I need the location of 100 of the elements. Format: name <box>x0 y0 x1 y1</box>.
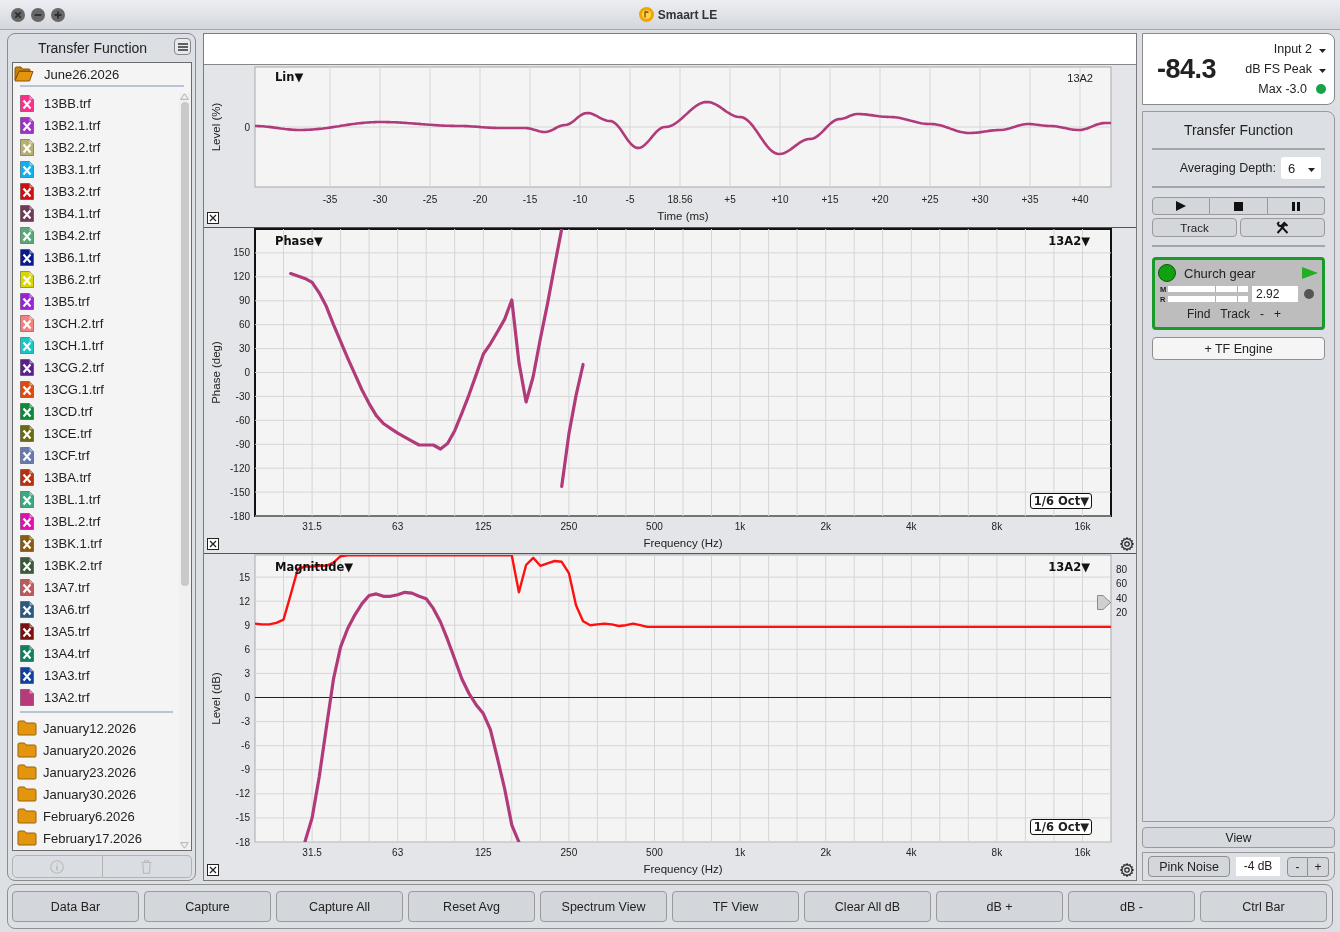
file-item[interactable]: 13A3.trf <box>13 664 191 686</box>
folder-item[interactable]: June26.2026 <box>13 63 191 85</box>
file-item[interactable]: 13CG.2.trf <box>13 356 191 378</box>
scrollbar[interactable] <box>179 93 190 849</box>
file-item[interactable]: 13BK.2.trf <box>13 554 191 576</box>
menu-icon <box>177 42 188 51</box>
axis-tick-label: 18.56 <box>667 193 693 205</box>
file-item[interactable]: 13B4.1.trf <box>13 202 191 224</box>
toolbar-button[interactable]: Reset Avg <box>408 891 535 922</box>
value-field[interactable]: 2.92 <box>1252 286 1298 302</box>
gain-field[interactable]: -4 dB <box>1236 857 1280 876</box>
track-button[interactable]: Track <box>1152 218 1237 237</box>
toolbar-button[interactable]: Clear All dB <box>804 891 931 922</box>
axis-title: Time (ms) <box>657 210 709 222</box>
menu-button[interactable] <box>174 38 191 55</box>
play-button[interactable] <box>1152 197 1211 215</box>
decrement-button[interactable]: - <box>1287 856 1308 877</box>
folder-item[interactable]: January30.2026 <box>13 783 191 805</box>
file-item[interactable]: 13BA.trf <box>13 466 191 488</box>
file-item[interactable]: 13A4.trf <box>13 642 191 664</box>
trash-icon <box>141 859 153 874</box>
folder-item[interactable]: February17.2026 <box>13 827 191 849</box>
file-item[interactable]: 13BL.2.trf <box>13 510 191 532</box>
info-icon <box>50 859 65 874</box>
engine-button[interactable]: - <box>1254 307 1269 321</box>
status-led-icon[interactable] <box>1158 264 1176 282</box>
toolbar-button[interactable]: Data Bar <box>12 891 139 922</box>
folder-item[interactable]: January20.2026 <box>13 739 191 761</box>
input-dropdown[interactable]: Input 2 <box>1273 42 1326 56</box>
file-item[interactable]: 13BL.1.trf <box>13 488 191 510</box>
file-item[interactable]: 13A6.trf <box>13 598 191 620</box>
settings-icon[interactable] <box>1120 863 1134 877</box>
trace-dropdown[interactable]: 13A2▼ <box>1048 234 1090 248</box>
folder-item[interactable]: January12.2026 <box>13 717 191 739</box>
folder-item[interactable]: February6.2026 <box>13 805 191 827</box>
file-item[interactable]: 13B6.2.trf <box>13 268 191 290</box>
toolbar-button[interactable]: Spectrum View <box>540 891 667 922</box>
triangle-handle-icon[interactable] <box>1097 595 1111 610</box>
trace-label: 13A2 <box>1067 71 1093 85</box>
pause-button[interactable] <box>1267 197 1325 215</box>
file-item[interactable]: 13CH.2.trf <box>13 312 191 334</box>
axis-tick-label: 120 <box>233 271 250 283</box>
file-item[interactable]: 13BB.trf <box>13 92 191 114</box>
zoom-icon[interactable] <box>51 8 65 22</box>
add-engine-button[interactable]: + TF Engine <box>1152 337 1325 360</box>
axis-tick-label: 15 <box>238 571 250 583</box>
plot-mode-dropdown[interactable]: Phase▼ <box>275 234 323 248</box>
toolbar-button[interactable]: Capture All <box>276 891 403 922</box>
axis-tick-label: -15 <box>522 193 538 205</box>
file-item[interactable]: 13A7.trf <box>13 576 191 598</box>
file-item[interactable]: 13B2.1.trf <box>13 114 191 136</box>
plot-mode-dropdown[interactable]: Lin▼ <box>275 70 304 84</box>
trace-dropdown[interactable]: 13A2▼ <box>1048 560 1090 574</box>
axis-tick-label: 150 <box>233 247 250 259</box>
close-icon[interactable] <box>207 538 219 550</box>
view-button[interactable]: View <box>1142 827 1335 848</box>
file-item[interactable]: 13CD.trf <box>13 400 191 422</box>
increment-button[interactable]: + <box>1308 856 1329 877</box>
engine-button[interactable]: Find <box>1182 307 1216 321</box>
smoothing-dropdown[interactable]: 1/6 Oct▼ <box>1029 819 1092 835</box>
close-icon[interactable] <box>207 212 219 224</box>
close-icon[interactable] <box>11 8 25 22</box>
tools-button[interactable] <box>1240 218 1325 237</box>
generator-button[interactable]: Pink Noise <box>1148 856 1230 877</box>
axis-tick-label: 90 <box>238 295 250 307</box>
file-item[interactable]: 13CG.1.trf <box>13 378 191 400</box>
file-item[interactable]: 13CF.trf <box>13 444 191 466</box>
toolbar-button[interactable]: TF View <box>672 891 799 922</box>
file-item[interactable]: 13A5.trf <box>13 620 191 642</box>
axis-tick-label: 0 <box>244 121 250 133</box>
folder-item[interactable]: January23.2026 <box>13 761 191 783</box>
toolbar-button[interactable]: Capture <box>144 891 271 922</box>
engine-button[interactable]: Track <box>1215 307 1255 321</box>
file-item[interactable]: 13B2.2.trf <box>13 136 191 158</box>
toolbar-button[interactable]: Ctrl Bar <box>1200 891 1327 922</box>
file-item[interactable]: 13B6.1.trf <box>13 246 191 268</box>
file-item[interactable]: 13B4.2.trf <box>13 224 191 246</box>
minimize-icon[interactable] <box>31 8 45 22</box>
settings-icon[interactable] <box>1120 537 1134 551</box>
file-item[interactable]: 13B3.1.trf <box>13 158 191 180</box>
engine-button[interactable]: + <box>1268 307 1286 321</box>
file-item[interactable]: 13A2.trf <box>13 686 191 708</box>
toolbar-button[interactable]: dB - <box>1068 891 1195 922</box>
averaging-dropdown[interactable]: 6 <box>1281 157 1321 179</box>
close-icon[interactable] <box>207 864 219 876</box>
unit-dropdown[interactable]: dB FS Peak <box>1245 62 1326 76</box>
axis-tick-label: 1k <box>734 846 746 858</box>
stop-button[interactable] <box>1210 197 1268 215</box>
axis-title: Phase (deg) <box>210 341 222 404</box>
file-item[interactable]: 13CH.1.trf <box>13 334 191 356</box>
smoothing-dropdown[interactable]: 1/6 Oct▼ <box>1029 493 1092 509</box>
axis-tick-label: 63 <box>392 846 404 858</box>
file-item[interactable]: 13B3.2.trf <box>13 180 191 202</box>
file-item[interactable]: 13BK.1.trf <box>13 532 191 554</box>
scroll-thumb[interactable] <box>180 102 189 586</box>
pause-icon <box>1291 201 1300 211</box>
file-item[interactable]: 13CE.trf <box>13 422 191 444</box>
axis-tick-label: 63 <box>392 520 404 532</box>
file-item[interactable]: 13B5.trf <box>13 290 191 312</box>
toolbar-button[interactable]: dB + <box>936 891 1063 922</box>
